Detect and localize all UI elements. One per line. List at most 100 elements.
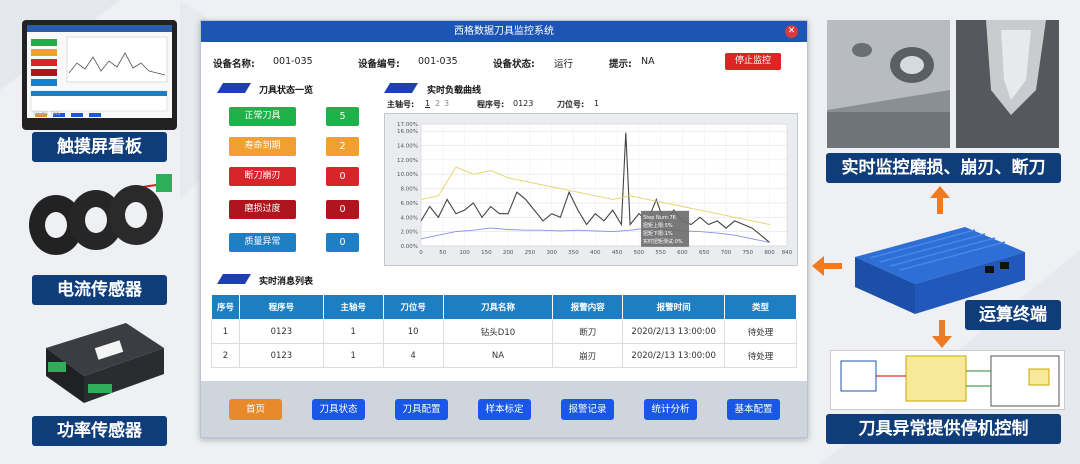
table-cell: 待处理 <box>724 319 797 344</box>
tool-status-button[interactable]: 质量异常 <box>229 233 296 252</box>
table-cell: 0123 <box>238 343 324 368</box>
tool-status-button[interactable]: 正常刀具 <box>229 107 296 126</box>
x-tick-label: 250 <box>525 250 536 256</box>
device-no-value: 001-035 <box>418 56 458 67</box>
table-row[interactable]: 1 0123 1 10 钻头D10 断刀 2020/2/13 13:00:00 待处理 <box>211 319 797 344</box>
table-row[interactable]: 2 0123 1 4 NA 崩刃 2020/2/13 13:00:00 待处理 <box>211 343 797 368</box>
spindle-option-2[interactable]: 2 <box>435 99 440 108</box>
caption-power-sensor: 功率传感器 <box>32 416 167 446</box>
tool-wear-photo <box>827 20 950 148</box>
y-tick-label: 8.00% <box>401 187 418 193</box>
tooltip-line: 扭矩下限:1% <box>643 230 673 237</box>
nav-button[interactable]: 首页 <box>229 399 282 420</box>
load-chart-title: 实时负载曲线 <box>427 86 482 96</box>
load-chart[interactable]: 0.00% 2.00% 4.00% 6.00% 8.00% 10.00% 12.00% 14.… <box>385 114 799 267</box>
caption-current-sensor: 电流传感器 <box>32 275 167 305</box>
column-header[interactable]: 序号 <box>211 294 240 320</box>
touch-screen-image: SIGER TMS <box>22 20 177 130</box>
arrow-up-icon <box>930 186 950 214</box>
y-tick-label: 10.00% <box>397 172 418 178</box>
device-name-value: 001-035 <box>273 56 313 67</box>
tool-status-count: 5 <box>326 107 359 126</box>
tooltip-line: 实时扭矩测试:0% <box>643 238 683 245</box>
caption-compute-terminal: 运算终端 <box>965 300 1061 330</box>
hint-label: 提示: <box>609 59 632 70</box>
broken-tool-photo <box>956 20 1059 148</box>
y-tick-label: 6.00% <box>401 201 418 207</box>
nav-button[interactable]: 刀具配置 <box>395 399 448 420</box>
table-cell: 0123 <box>238 319 324 344</box>
caption-touch-screen: 触摸屏看板 <box>32 132 167 162</box>
nav-button[interactable]: 刀具状态 <box>312 399 365 420</box>
arrow-down-icon <box>932 320 952 348</box>
monitor-window: 西格数据刀具监控系统 ✕ 设备名称: 001-035 设备编号: 001-035… <box>200 20 808 438</box>
table-cell: 2020/2/13 13:00:00 <box>622 319 726 344</box>
tool-status-count: 0 <box>326 233 359 252</box>
column-header[interactable]: 报警时间 <box>622 294 726 320</box>
nav-button[interactable]: 统计分析 <box>644 399 697 420</box>
nav-button[interactable]: 基本配置 <box>727 399 780 420</box>
table-cell: 2020/2/13 13:00:00 <box>622 343 726 368</box>
spindle-option-3[interactable]: 3 <box>444 99 449 108</box>
tool-status-button[interactable]: 寿命到期 <box>229 137 296 156</box>
nav-button[interactable]: 报警记录 <box>561 399 614 420</box>
tool-pos-value: 1 <box>594 99 600 108</box>
table-cell: 1 <box>322 343 384 368</box>
x-tick-label: 650 <box>699 250 710 256</box>
close-icon[interactable]: ✕ <box>785 25 798 38</box>
table-cell: NA <box>442 343 554 368</box>
arrow-left-icon <box>812 256 842 276</box>
column-header[interactable]: 报警内容 <box>552 294 624 320</box>
x-tick-label: 800 <box>764 250 775 256</box>
caption-realtime-monitor: 实时监控磨损、崩刃、断刀 <box>826 153 1061 183</box>
column-header[interactable]: 类型 <box>724 294 797 320</box>
caption-stop-control: 刀具异常提供停机控制 <box>826 414 1061 444</box>
table-cell: 崩刃 <box>552 343 624 368</box>
x-tick-label: 100 <box>459 250 470 256</box>
hint-value: NA <box>641 56 655 67</box>
table-cell: 10 <box>382 319 444 344</box>
circuit-diagram-icon <box>840 355 1060 407</box>
x-tick-label: 700 <box>721 250 732 256</box>
device-name-label: 设备名称: <box>213 59 255 70</box>
program-label: 程序号: <box>477 100 505 109</box>
y-tick-label: 2.00% <box>401 230 418 236</box>
load-chart-panel: 0.00% 2.00% 4.00% 6.00% 8.00% 10.00% 12.00% 14.… <box>384 113 798 266</box>
x-tick-label: 500 <box>634 250 645 256</box>
tool-status-count: 0 <box>326 200 359 219</box>
device-info-row: 设备名称: 001-035 设备编号: 001-035 设备状态: 运行 提示:… <box>213 56 795 74</box>
table-cell: 1 <box>211 319 240 344</box>
column-header[interactable]: 刀位号 <box>382 294 444 320</box>
column-header[interactable]: 程序号 <box>238 294 324 320</box>
column-header[interactable]: 刀具名称 <box>442 294 554 320</box>
table-cell: 钻头D10 <box>442 319 554 344</box>
nav-button[interactable]: 样本标定 <box>478 399 531 420</box>
x-tick-label: 450 <box>612 250 623 256</box>
column-header[interactable]: 主轴号 <box>322 294 384 320</box>
tool-status-title: 刀具状态一览 <box>259 86 314 96</box>
message-table: 序号 程序号 主轴号 刀位号 刀具名称 报警内容 报警时间 类型 1 0123 1 10 钻头D10 断… <box>211 294 797 368</box>
spindle-option-1[interactable]: 1 <box>425 99 430 108</box>
device-state-label: 设备状态: <box>493 59 535 70</box>
tool-status-count: 0 <box>326 167 359 186</box>
table-header-row: 序号 程序号 主轴号 刀位号 刀具名称 报警内容 报警时间 类型 <box>211 294 797 320</box>
message-list-title: 实时消息列表 <box>259 277 314 287</box>
table-cell: 待处理 <box>724 343 797 368</box>
x-tick-label: 550 <box>655 250 666 256</box>
y-tick-label: 14.00% <box>397 144 418 150</box>
device-state-value: 运行 <box>554 59 574 70</box>
x-tick-label: 150 <box>481 250 492 256</box>
tool-pos-label: 刀位号: <box>557 100 585 109</box>
x-tick-label: 300 <box>546 250 557 256</box>
x-tick-label: 350 <box>568 250 579 256</box>
section-marker-icon <box>217 83 251 93</box>
bottom-nav-bar: 首页 刀具状态 刀具配置 样本标定 报警记录 统计分析 基本配置 <box>201 381 807 437</box>
stop-monitor-button[interactable]: 停止监控 <box>725 53 781 70</box>
stop-control-circuit-image <box>830 350 1065 410</box>
x-tick-label: 600 <box>677 250 688 256</box>
tool-status-button[interactable]: 断刀崩刃 <box>229 167 296 186</box>
tooltip-line: 扭矩上限:5% <box>643 222 673 229</box>
tool-status-button[interactable]: 磨损过度 <box>229 200 296 219</box>
y-tick-label: 12.00% <box>397 158 418 164</box>
y-tick-label: 17.00% <box>397 122 418 128</box>
